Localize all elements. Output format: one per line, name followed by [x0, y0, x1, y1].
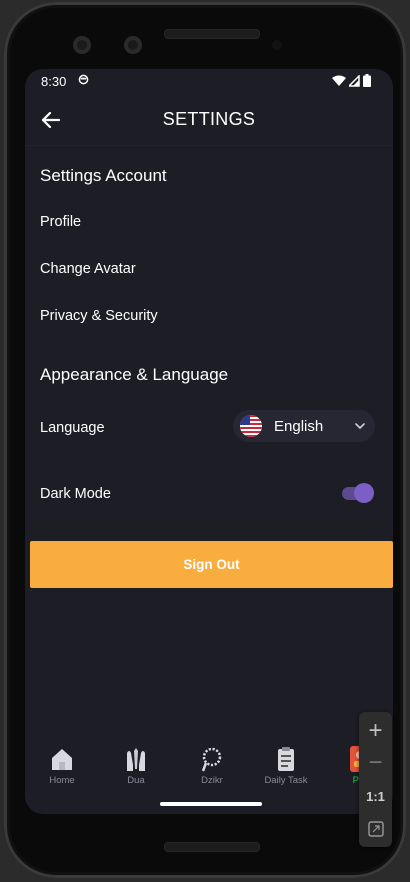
- nav-label-home: Home: [49, 775, 75, 786]
- toggle-thumb: [354, 483, 374, 503]
- app-screen: 8:30 SETTINGS Settings Account Profile C…: [25, 69, 393, 814]
- bottom-navigation: Home Dua Dzikr Daily Task: [25, 737, 393, 797]
- sync-icon: [78, 74, 89, 85]
- change-avatar-item[interactable]: Change Avatar: [40, 261, 136, 277]
- page-title: SETTINGS: [162, 109, 256, 129]
- nav-label-dua: Dua: [127, 775, 145, 786]
- section-title-appearance: Appearance & Language: [40, 365, 229, 384]
- us-flag-icon: [240, 415, 262, 437]
- phone-frame: 8:30 SETTINGS Settings Account Profile C…: [4, 2, 406, 878]
- bottom-speaker: [164, 842, 260, 852]
- chevron-down-icon: [355, 423, 365, 430]
- fit-screen-icon: [367, 821, 384, 837]
- wifi-icon: [332, 75, 346, 86]
- status-icons: [332, 74, 371, 87]
- zoom-out-button[interactable]: −: [359, 748, 392, 778]
- front-camera-secondary: [124, 36, 142, 54]
- dark-mode-label: Dark Mode: [40, 486, 111, 502]
- zoom-fit-button[interactable]: [359, 814, 392, 844]
- proximity-sensor: [272, 40, 282, 50]
- profile-item[interactable]: Profile: [40, 214, 81, 230]
- front-camera: [73, 36, 91, 54]
- signal-icon: [349, 74, 360, 87]
- nav-label-dzikr: Dzikr: [201, 775, 223, 786]
- privacy-security-item[interactable]: Privacy & Security: [40, 308, 158, 324]
- language-label: Language: [40, 420, 105, 436]
- dark-mode-toggle[interactable]: [342, 483, 374, 503]
- language-dropdown[interactable]: English: [233, 410, 375, 442]
- zoom-reset-button[interactable]: 1:1: [359, 782, 392, 812]
- praying-hands-icon: [127, 748, 145, 771]
- top-speaker: [164, 29, 260, 39]
- nav-item-home[interactable]: Home: [32, 745, 92, 786]
- zoom-controls: + − 1:1: [359, 712, 392, 847]
- zoom-in-button[interactable]: +: [359, 716, 392, 746]
- prayer-beads-icon: [201, 747, 222, 772]
- app-bar: SETTINGS: [25, 95, 393, 146]
- sign-out-button[interactable]: Sign Out: [30, 541, 393, 588]
- battery-icon: [363, 74, 371, 87]
- home-indicator[interactable]: [160, 802, 262, 806]
- home-icon: [52, 749, 72, 770]
- nav-item-daily-task[interactable]: Daily Task: [256, 745, 316, 786]
- language-value: English: [274, 418, 324, 435]
- status-time: 8:30: [41, 74, 67, 89]
- nav-item-dzikr[interactable]: Dzikr: [182, 745, 242, 786]
- section-title-account: Settings Account: [40, 166, 167, 185]
- nav-label-daily-task: Daily Task: [264, 775, 308, 786]
- nav-item-dua[interactable]: Dua: [106, 745, 166, 786]
- status-bar: 8:30: [25, 69, 393, 95]
- clipboard-icon: [278, 747, 294, 771]
